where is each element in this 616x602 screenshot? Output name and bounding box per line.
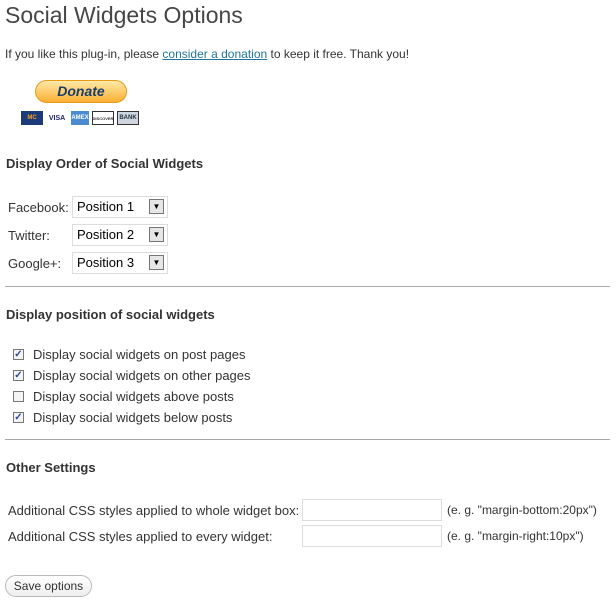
css-input[interactable] (302, 525, 442, 547)
visa-icon: VISA (48, 114, 66, 122)
other-heading: Other Settings (6, 460, 96, 475)
checkbox-label: Display social widgets on other pages (33, 368, 251, 383)
checkbox[interactable] (13, 391, 24, 402)
css-hint: (e. g. "margin-right:10px") (447, 529, 584, 543)
checkbox-label: Display social widgets above posts (33, 389, 234, 404)
checkbox[interactable]: ✓ (13, 349, 24, 360)
select-value: Position 1 (77, 199, 135, 214)
order-label: Facebook: (8, 200, 69, 215)
checkbox[interactable]: ✓ (13, 412, 24, 423)
css-input[interactable] (302, 499, 442, 521)
donate-button[interactable]: Donate (35, 80, 127, 103)
select-value: Position 3 (77, 255, 135, 270)
mastercard-icon: MC (21, 111, 43, 125)
order-label: Google+: (8, 256, 62, 271)
position-select[interactable]: Position 3 ▼ (72, 252, 168, 274)
checkbox-label: Display social widgets below posts (33, 410, 233, 425)
position-select[interactable]: Position 2 ▼ (72, 224, 168, 246)
chevron-down-icon[interactable]: ▼ (149, 255, 164, 270)
discover-icon: DISCOVER (92, 111, 114, 125)
save-options-button[interactable]: Save options (5, 575, 92, 597)
css-label: Additional CSS styles applied to whole w… (8, 503, 300, 518)
bank-icon: BANK (117, 111, 139, 125)
intro-text: If you like this plug-in, please conside… (5, 47, 409, 61)
amex-icon: AMEX (71, 111, 89, 125)
divider (5, 439, 610, 440)
checkbox[interactable]: ✓ (13, 370, 24, 381)
intro-after: to keep it free. Thank you! (267, 47, 410, 61)
divider (5, 286, 610, 287)
position-heading: Display position of social widgets (6, 307, 215, 322)
checkbox-label: Display social widgets on post pages (33, 347, 246, 362)
donation-link[interactable]: consider a donation (162, 47, 267, 61)
chevron-down-icon[interactable]: ▼ (149, 199, 164, 214)
position-select[interactable]: Position 1 ▼ (72, 196, 168, 218)
order-heading: Display Order of Social Widgets (6, 156, 204, 171)
intro-before: If you like this plug-in, please (5, 47, 163, 61)
select-value: Position 2 (77, 227, 135, 242)
chevron-down-icon[interactable]: ▼ (149, 227, 164, 242)
css-hint: (e. g. "margin-bottom:20px") (447, 503, 597, 517)
page-title: Social Widgets Options (5, 2, 243, 28)
order-label: Twitter: (8, 228, 50, 243)
css-label: Additional CSS styles applied to every w… (8, 529, 273, 544)
payment-cards: MC VISA AMEX DISCOVER BANK (21, 111, 139, 125)
